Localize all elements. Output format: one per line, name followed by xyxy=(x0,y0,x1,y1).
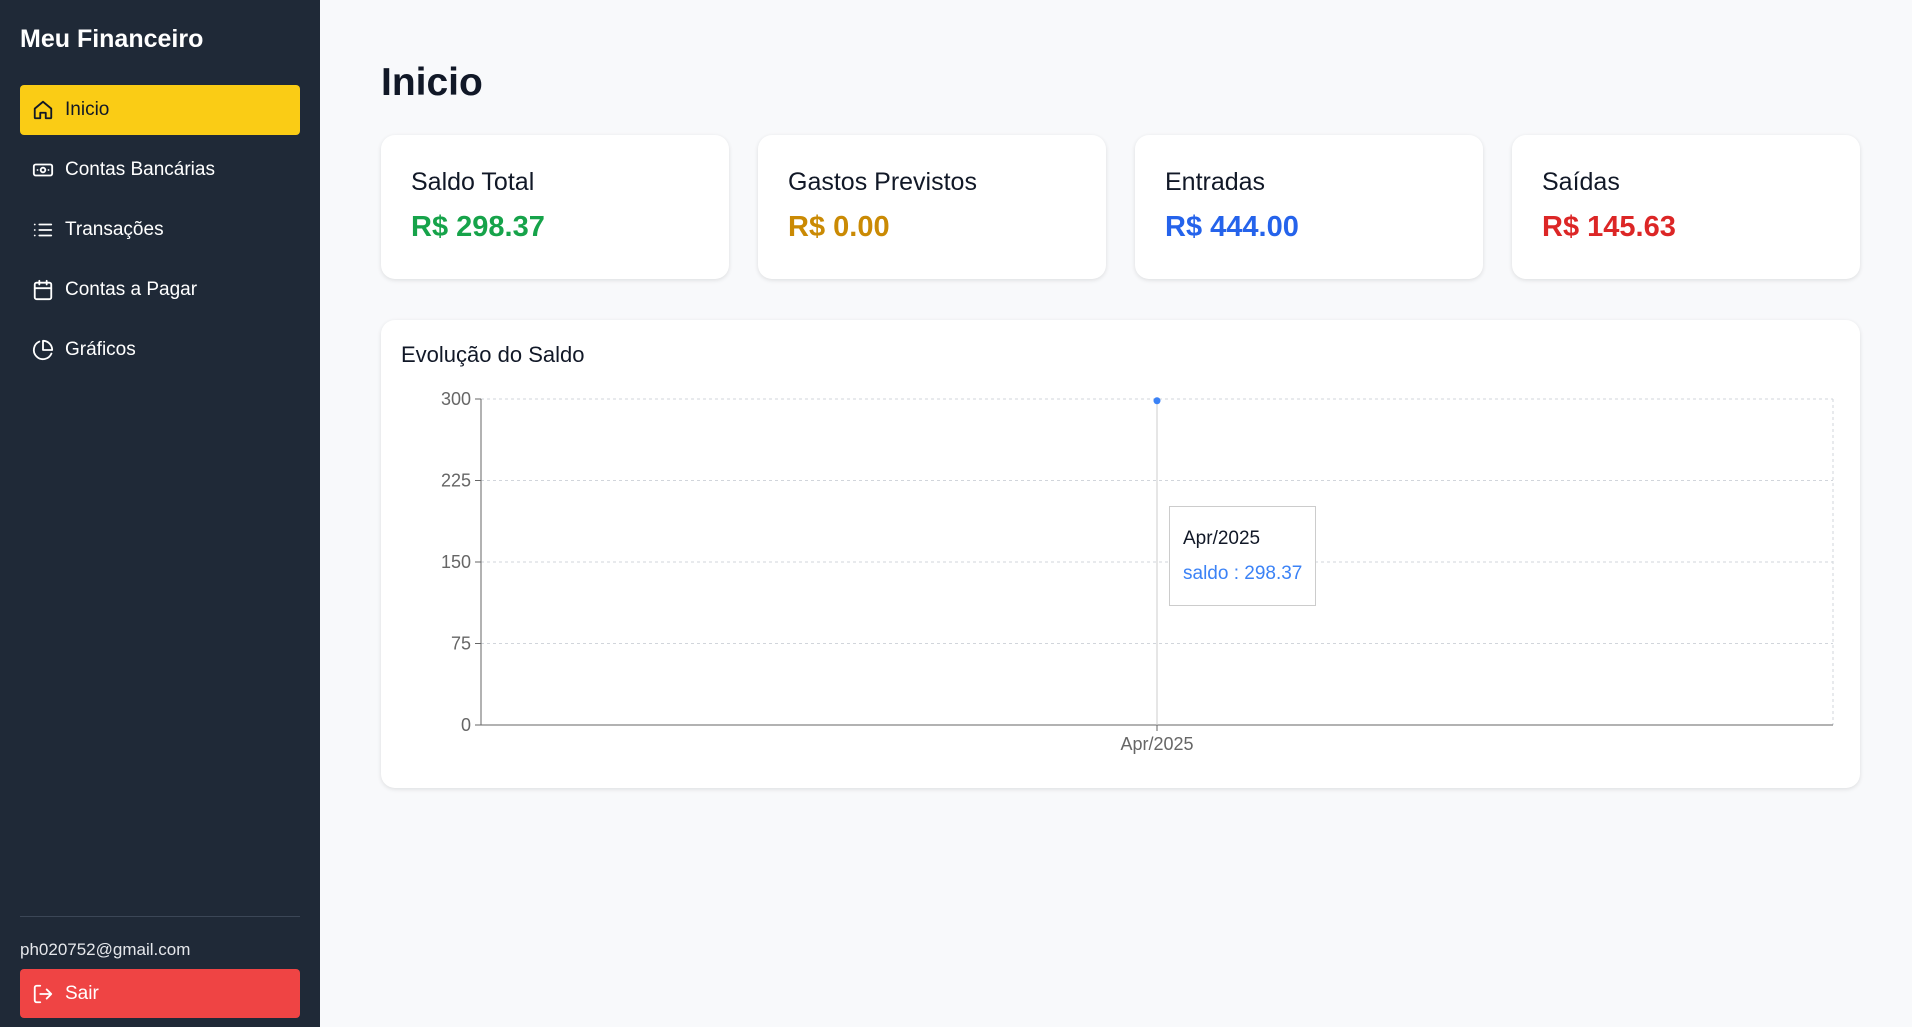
card-saldo-total: Saldo Total R$ 298.37 xyxy=(381,135,729,279)
logout-icon xyxy=(33,984,53,1003)
y-tick-label: 300 xyxy=(441,389,471,409)
chart-tooltip: Apr/2025 saldo : 298.37 xyxy=(1169,505,1317,606)
sidebar-item-inicio[interactable]: Inicio xyxy=(20,85,300,135)
home-icon xyxy=(33,100,53,120)
data-point xyxy=(1153,397,1161,405)
page-title: Inicio xyxy=(381,61,483,104)
logout-button[interactable]: Sair xyxy=(20,969,300,1018)
sidebar-item-label: Inicio xyxy=(65,99,110,120)
card-value: R$ 444.00 xyxy=(1165,211,1299,243)
summary-cards: Saldo Total R$ 298.37 Gastos Previstos R… xyxy=(381,135,1860,279)
y-tick-label: 75 xyxy=(451,634,471,654)
x-tick-label: Apr/2025 xyxy=(1120,734,1193,754)
balance-chart-card: Evolução do Saldo 0 75 150 225 300 Apr/2025 A… xyxy=(381,320,1860,788)
sidebar: Meu Financeiro Inicio Contas Bancárias T… xyxy=(0,0,320,1027)
sidebar-item-contas-a-pagar[interactable]: Contas a Pagar xyxy=(20,265,300,315)
tooltip-label: Apr/2025 xyxy=(1183,527,1261,549)
sidebar-item-label: Gráficos xyxy=(65,339,136,360)
y-tick-label: 0 xyxy=(461,715,471,735)
calendar-icon xyxy=(33,279,53,301)
sidebar-item-graficos[interactable]: Gráficos xyxy=(20,325,300,375)
card-label: Entradas xyxy=(1165,168,1266,196)
sidebar-item-transacoes[interactable]: Transações xyxy=(20,205,300,255)
card-entradas: Entradas R$ 444.00 xyxy=(1135,135,1483,279)
card-value: R$ 0.00 xyxy=(788,211,890,243)
sidebar-nav: Inicio Contas Bancárias Transações Conta… xyxy=(20,85,300,375)
sidebar-item-contas-bancarias[interactable]: Contas Bancárias xyxy=(20,145,300,195)
balance-line-chart[interactable]: 0 75 150 225 300 Apr/2025 xyxy=(381,320,1860,788)
app-title: Meu Financeiro xyxy=(20,25,204,53)
user-email: ph020752@gmail.com xyxy=(20,940,191,959)
sidebar-item-label: Contas Bancárias xyxy=(65,159,215,180)
y-tick-label: 225 xyxy=(441,471,471,491)
card-label: Saídas xyxy=(1542,168,1620,196)
card-label: Gastos Previstos xyxy=(788,168,977,196)
logout-label: Sair xyxy=(65,982,99,1004)
y-tick-label: 150 xyxy=(441,552,471,572)
pie-chart-icon xyxy=(32,339,54,360)
card-value: R$ 145.63 xyxy=(1542,211,1676,243)
sidebar-item-label: Contas a Pagar xyxy=(65,279,198,300)
card-label: Saldo Total xyxy=(411,168,535,196)
card-gastos-previstos: Gastos Previstos R$ 0.00 xyxy=(758,135,1106,279)
list-icon xyxy=(33,223,53,237)
tooltip-value: saldo : 298.37 xyxy=(1183,562,1303,584)
main-content: Inicio Saldo Total R$ 298.37 Gastos Prev… xyxy=(320,0,1912,1027)
banknote-icon xyxy=(32,163,54,177)
sidebar-divider xyxy=(20,916,300,917)
sidebar-item-label: Transações xyxy=(65,219,164,240)
card-saidas: Saídas R$ 145.63 xyxy=(1512,135,1860,279)
card-value: R$ 298.37 xyxy=(411,211,545,243)
